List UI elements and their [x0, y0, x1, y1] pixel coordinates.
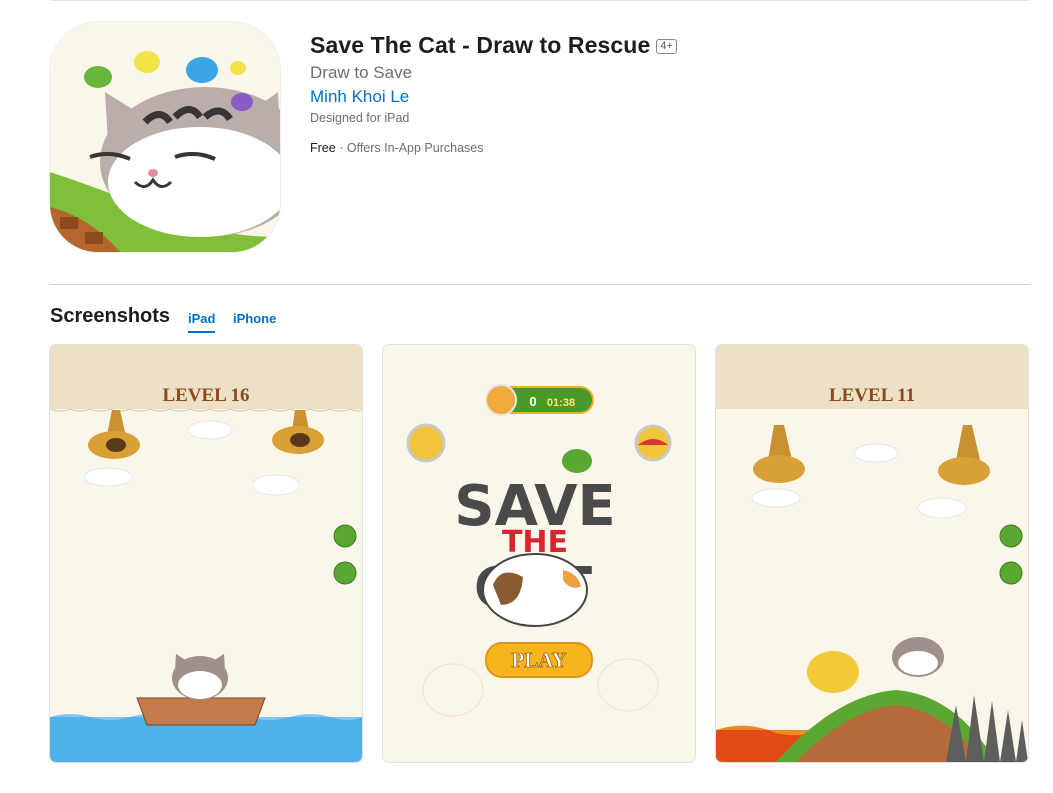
settings-icon: [406, 423, 446, 463]
app-subtitle: Draw to Save: [310, 63, 413, 82]
timer-time: 01:38: [547, 397, 575, 409]
bird-nest-right: [938, 457, 990, 485]
in-app-purchases-label: Offers In-App Purchases: [346, 141, 484, 155]
price-separator: ·: [339, 141, 344, 155]
tab-ipad[interactable]: iPad: [188, 311, 216, 333]
timer-count: 0: [529, 394, 536, 409]
yellow-cat: [807, 651, 859, 693]
age-rating-badge: 4+: [656, 39, 678, 54]
app-icon: [50, 22, 280, 252]
lightning-icon: [485, 384, 517, 416]
home-icon: [999, 524, 1023, 548]
top-divider: [50, 0, 1030, 1]
app-title-text: Save The Cat - Draw to Rescue: [310, 32, 651, 58]
restart-icon: [999, 561, 1023, 585]
price-label: Free: [310, 141, 336, 155]
developer-link[interactable]: Minh Khoi Le: [310, 87, 409, 107]
section-divider: [50, 284, 1030, 285]
screenshot-1[interactable]: LEVEL 16: [50, 345, 362, 762]
price-info: Free · Offers In-App Purchases: [310, 141, 483, 155]
screenshots-heading: Screenshots: [50, 305, 171, 327]
level-label: LEVEL 11: [829, 385, 915, 406]
home-icon: [333, 524, 357, 548]
level-label: LEVEL 16: [162, 385, 249, 406]
designed-for-text: Designed for iPad: [310, 111, 410, 125]
restart-icon: [333, 561, 357, 585]
bird-nest-left: [753, 455, 805, 483]
screenshot-3[interactable]: LEVEL 11: [716, 345, 1028, 762]
play-label: PLAY: [511, 648, 566, 672]
tab-iphone[interactable]: iPhone: [233, 311, 276, 331]
bird-icon: [562, 449, 592, 473]
screenshot-2[interactable]: 0 01:38 SAVE THE CAT PLAY: [383, 345, 695, 762]
app-title: Save The Cat - Draw to Rescue 4+: [310, 32, 678, 59]
